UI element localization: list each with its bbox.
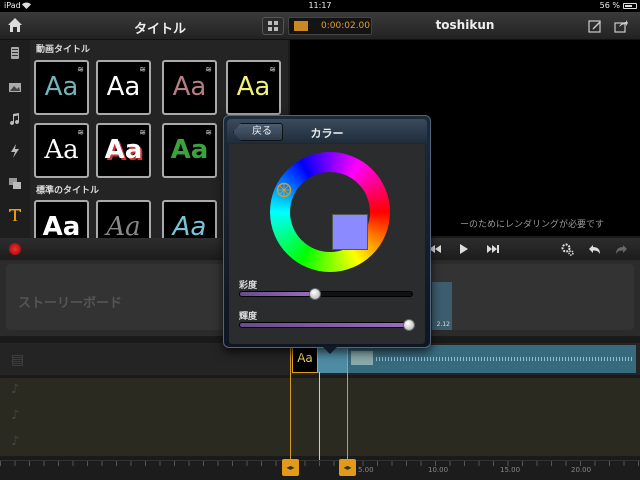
title-tile-8[interactable]: Aa <box>34 200 89 240</box>
top-toolbar: タイトル 0:00:02.00 toshikun <box>0 12 640 40</box>
color-wheel[interactable] <box>270 152 390 272</box>
tick-label: 10.00 <box>428 466 449 474</box>
popover-arrow <box>322 346 338 354</box>
title-clip-label: Aa <box>297 351 313 365</box>
saturation-label: 彩度 <box>239 281 258 291</box>
tile-sample: Aa <box>104 135 143 165</box>
grid-icon <box>268 21 278 31</box>
share-icon[interactable] <box>614 19 628 33</box>
grid-view-button[interactable] <box>262 17 284 35</box>
clapper-icon <box>294 21 308 31</box>
brightness-fill <box>240 323 407 327</box>
color-popover: 戻る カラー 彩度 輝度 <box>223 115 431 348</box>
wheel-center <box>290 172 370 252</box>
redo-icon[interactable] <box>614 242 628 256</box>
battery-percent: 56 % <box>599 1 620 10</box>
animated-icon: ≋ <box>205 65 212 74</box>
tick-label: 15.00 <box>500 466 521 474</box>
photos-icon[interactable] <box>8 80 22 94</box>
storyboard-clip[interactable]: 2.12 <box>432 282 452 330</box>
tile-sample: Aa <box>236 72 271 102</box>
battery-icon <box>623 3 637 9</box>
color-picker-knob[interactable] <box>276 182 292 198</box>
clip-thumbnail <box>351 351 373 365</box>
play-icon[interactable] <box>456 242 470 256</box>
section-animated-titles: 動画タイトル <box>36 45 91 55</box>
titles-icon[interactable] <box>8 208 22 222</box>
title-tile-6[interactable]: Aa ≋ <box>96 123 151 178</box>
animated-icon: ≋ <box>77 65 84 74</box>
popover-header: 戻る カラー <box>227 119 427 143</box>
clip-duration: 2.12 <box>436 321 450 328</box>
tile-sample: Aa <box>106 212 141 240</box>
video-clip[interactable] <box>348 345 636 373</box>
title-tile-9[interactable]: Aa <box>96 200 151 240</box>
trim-line-right <box>347 345 348 463</box>
saturation-thumb[interactable] <box>308 288 321 300</box>
trim-handle-right[interactable]: ◂▸ <box>339 459 356 476</box>
tile-sample: Aa <box>172 72 207 102</box>
saturation-fill <box>240 292 314 296</box>
undo-icon[interactable] <box>588 242 602 256</box>
transitions-icon[interactable] <box>8 144 22 158</box>
project-name: toshikun <box>435 18 495 32</box>
status-bar: iPad 11:17 56 % <box>0 0 640 12</box>
tile-sample: Aa <box>44 72 79 102</box>
music-track-icon: ♪ <box>11 434 20 449</box>
title-clip[interactable]: Aa <box>292 345 318 373</box>
overlay-icon[interactable] <box>8 176 22 190</box>
saturation-slider[interactable] <box>239 288 413 300</box>
playhead[interactable] <box>319 372 320 462</box>
title-tile-2[interactable]: Aa ≋ <box>96 60 151 115</box>
edit-icon[interactable] <box>588 19 602 33</box>
tile-sample: Aa <box>172 212 207 240</box>
brightness-thumb[interactable] <box>402 319 415 331</box>
selected-color-swatch <box>332 214 368 250</box>
section-standard-titles: 標準のタイトル <box>36 186 100 196</box>
media-sidebar <box>0 40 30 240</box>
animated-icon: ≋ <box>205 128 212 137</box>
music-track-icon: ♪ <box>11 382 20 397</box>
tick-label: 20.00 <box>571 466 592 474</box>
video-track-icon: ▤ <box>11 352 25 368</box>
animated-icon: ≋ <box>139 65 146 74</box>
trim-handle-left[interactable]: ◂▸ <box>282 459 299 476</box>
title-tile-7[interactable]: Aa ≋ <box>162 123 217 178</box>
settings-gear-icon[interactable] <box>560 242 574 256</box>
time-ruler[interactable] <box>0 460 640 480</box>
trim-line-left <box>290 345 291 463</box>
tile-sample: Aa <box>42 212 81 240</box>
timecode: 0:00:02.00 <box>321 21 371 31</box>
tile-sample: Aa <box>170 135 209 165</box>
record-button[interactable] <box>9 243 21 255</box>
popover-title: カラー <box>310 127 344 140</box>
title-tile-10[interactable]: Aa <box>162 200 217 240</box>
music-track-icon: ♪ <box>11 408 20 423</box>
music-icon[interactable] <box>8 112 22 126</box>
animated-icon: ≋ <box>77 128 84 137</box>
title-tile-1[interactable]: Aa ≋ <box>34 60 89 115</box>
audio-track[interactable]: ♪ ♪ ♪ <box>0 378 640 456</box>
title-tile-5[interactable]: Aa ≋ <box>34 123 89 178</box>
title-tile-3[interactable]: Aa ≋ <box>162 60 217 115</box>
home-icon[interactable] <box>7 17 23 33</box>
skip-end-icon[interactable] <box>486 242 500 256</box>
render-message: ーのためにレンダリングが必要です <box>459 220 604 230</box>
clock: 11:17 <box>308 1 332 10</box>
brightness-slider[interactable] <box>239 319 415 331</box>
clips-icon[interactable] <box>8 46 22 60</box>
popover-body: 彩度 輝度 <box>229 144 425 344</box>
tick-label: 5.00 <box>358 466 374 474</box>
animated-icon: ≋ <box>269 65 276 74</box>
brightness-label: 輝度 <box>239 312 258 322</box>
animated-icon: ≋ <box>139 128 146 137</box>
storyboard-label: ストーリーボード <box>18 296 123 311</box>
tile-sample: Aa <box>106 72 141 102</box>
title-tile-4[interactable]: Aa ≋ <box>226 60 281 115</box>
panel-title: タイトル <box>133 22 186 37</box>
tile-sample: Aa <box>44 135 79 165</box>
audio-waveform <box>376 357 634 361</box>
timecode-display: 0:00:02.00 <box>288 17 372 35</box>
